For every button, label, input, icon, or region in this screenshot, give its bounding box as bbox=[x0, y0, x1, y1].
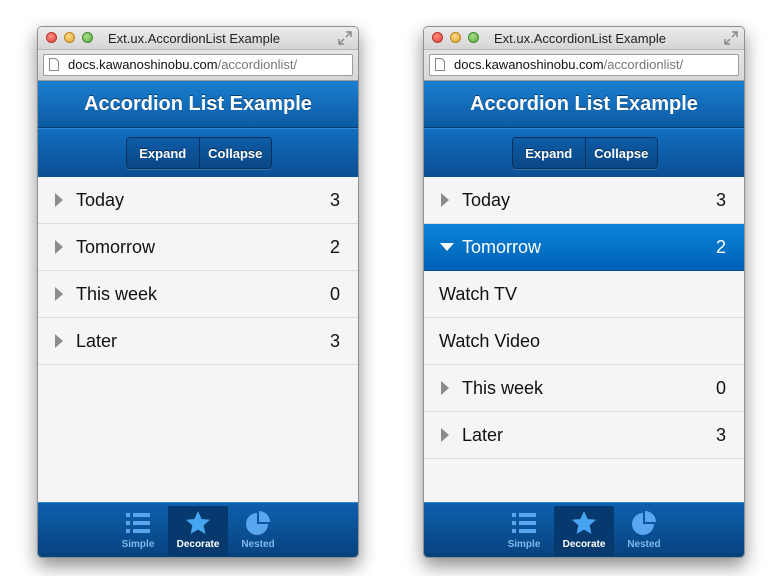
zoom-window-button[interactable] bbox=[82, 32, 93, 43]
list-icon bbox=[512, 513, 536, 533]
url-field[interactable]: docs.kawanoshinobu.com/accordionlist/ bbox=[43, 54, 353, 76]
list-item-count: 0 bbox=[329, 284, 340, 304]
star-icon bbox=[572, 511, 596, 534]
close-window-button[interactable] bbox=[46, 32, 57, 43]
list-item-tomorrow[interactable]: Tomorrow 2 bbox=[38, 224, 358, 271]
tab-bar: Simple Decorate Nested bbox=[38, 502, 358, 557]
list-item-today[interactable]: Today 3 bbox=[424, 177, 744, 224]
list-item-label: Watch Video bbox=[439, 331, 541, 351]
url-path: /accordionlist/ bbox=[217, 57, 298, 72]
list-item-count: 3 bbox=[715, 425, 726, 445]
expand-arrow-icon bbox=[55, 240, 63, 254]
expand-collapse-segment: Expand Collapse bbox=[126, 137, 272, 169]
toolbar: Expand Collapse bbox=[424, 128, 744, 177]
fullscreen-icon[interactable] bbox=[338, 31, 352, 45]
close-window-button[interactable] bbox=[432, 32, 443, 43]
collapse-arrow-icon bbox=[440, 243, 454, 251]
tab-simple[interactable]: Simple bbox=[108, 506, 168, 556]
browser-window-right: Ext.ux.AccordionList Example docs.kawano… bbox=[423, 26, 745, 558]
star-icon bbox=[186, 511, 210, 534]
tab-label: Decorate bbox=[176, 539, 220, 550]
expand-button[interactable]: Expand bbox=[513, 138, 585, 168]
list-item-label: Watch TV bbox=[439, 284, 518, 304]
tab-label: Nested bbox=[241, 539, 275, 550]
url-path: /accordionlist/ bbox=[603, 57, 684, 72]
list-item-count: 3 bbox=[329, 190, 340, 210]
zoom-window-button[interactable] bbox=[468, 32, 479, 43]
page-title: Accordion List Example bbox=[38, 81, 358, 128]
list-item-label: This week bbox=[76, 284, 158, 304]
list-item-count: 2 bbox=[715, 237, 726, 257]
list-item-label: Tomorrow bbox=[462, 237, 542, 257]
browser-window-left: Ext.ux.AccordionList Example docs.kawano… bbox=[37, 26, 359, 558]
tab-label: Decorate bbox=[562, 539, 606, 550]
list-item-watch-video[interactable]: Watch Video bbox=[424, 318, 744, 365]
list-item-count: 3 bbox=[329, 331, 340, 351]
tab-nested[interactable]: Nested bbox=[614, 506, 674, 556]
page-icon bbox=[435, 58, 445, 71]
list-item-label: This week bbox=[462, 378, 544, 398]
tab-bar: Simple Decorate Nested bbox=[424, 502, 744, 557]
minimize-window-button[interactable] bbox=[64, 32, 75, 43]
list-item-later[interactable]: Later 3 bbox=[38, 318, 358, 365]
collapse-button[interactable]: Collapse bbox=[584, 138, 657, 168]
pie-chart-icon bbox=[246, 511, 270, 535]
url-host: docs.kawanoshinobu.com bbox=[68, 57, 218, 72]
url-field[interactable]: docs.kawanoshinobu.com/accordionlist/ bbox=[429, 54, 739, 76]
collapse-button[interactable]: Collapse bbox=[198, 138, 271, 168]
list-item-label: Later bbox=[76, 331, 118, 351]
list-item-label: Today bbox=[76, 190, 125, 210]
toolbar: Expand Collapse bbox=[38, 128, 358, 177]
expand-arrow-icon bbox=[441, 428, 449, 442]
tab-simple[interactable]: Simple bbox=[494, 506, 554, 556]
expand-arrow-icon bbox=[55, 334, 63, 348]
address-bar: docs.kawanoshinobu.com/accordionlist/ bbox=[38, 50, 358, 81]
list-item-later[interactable]: Later 3 bbox=[424, 412, 744, 459]
expand-button[interactable]: Expand bbox=[127, 138, 199, 168]
list-item-watch-tv[interactable]: Watch TV bbox=[424, 271, 744, 318]
expand-arrow-icon bbox=[441, 381, 449, 395]
window-title: Ext.ux.AccordionList Example bbox=[108, 31, 280, 46]
minimize-window-button[interactable] bbox=[450, 32, 461, 43]
list-icon bbox=[126, 513, 150, 533]
window-titlebar: Ext.ux.AccordionList Example bbox=[424, 27, 744, 50]
page-title: Accordion List Example bbox=[424, 81, 744, 128]
list-item-this-week[interactable]: This week 0 bbox=[424, 365, 744, 412]
expand-arrow-icon bbox=[441, 193, 449, 207]
tab-label: Nested bbox=[627, 539, 661, 550]
accordion-list: Today 3 Tomorrow 2 This week 0 Later 3 bbox=[38, 177, 358, 365]
tab-label: Simple bbox=[121, 539, 155, 550]
expand-arrow-icon bbox=[55, 193, 63, 207]
list-item-label: Later bbox=[462, 425, 504, 445]
list-item-this-week[interactable]: This week 0 bbox=[38, 271, 358, 318]
url-host: docs.kawanoshinobu.com bbox=[454, 57, 604, 72]
list-item-today[interactable]: Today 3 bbox=[38, 177, 358, 224]
list-item-count: 3 bbox=[715, 190, 726, 210]
tab-decorate[interactable]: Decorate bbox=[554, 506, 614, 556]
address-bar: docs.kawanoshinobu.com/accordionlist/ bbox=[424, 50, 744, 81]
list-item-tomorrow[interactable]: Tomorrow 2 bbox=[424, 224, 744, 271]
page-icon bbox=[49, 58, 59, 71]
list-item-count: 0 bbox=[715, 378, 726, 398]
pie-chart-icon bbox=[632, 511, 656, 535]
tab-decorate[interactable]: Decorate bbox=[168, 506, 228, 556]
accordion-list: Today 3 Tomorrow 2 Watch TV Watch Video … bbox=[424, 177, 744, 459]
tab-nested[interactable]: Nested bbox=[228, 506, 288, 556]
expand-collapse-segment: Expand Collapse bbox=[512, 137, 658, 169]
fullscreen-icon[interactable] bbox=[724, 31, 738, 45]
expand-arrow-icon bbox=[55, 287, 63, 301]
list-item-count: 2 bbox=[329, 237, 340, 257]
list-item-label: Tomorrow bbox=[76, 237, 156, 257]
tab-label: Simple bbox=[507, 539, 541, 550]
window-title: Ext.ux.AccordionList Example bbox=[494, 31, 666, 46]
list-item-label: Today bbox=[462, 190, 511, 210]
window-titlebar: Ext.ux.AccordionList Example bbox=[38, 27, 358, 50]
